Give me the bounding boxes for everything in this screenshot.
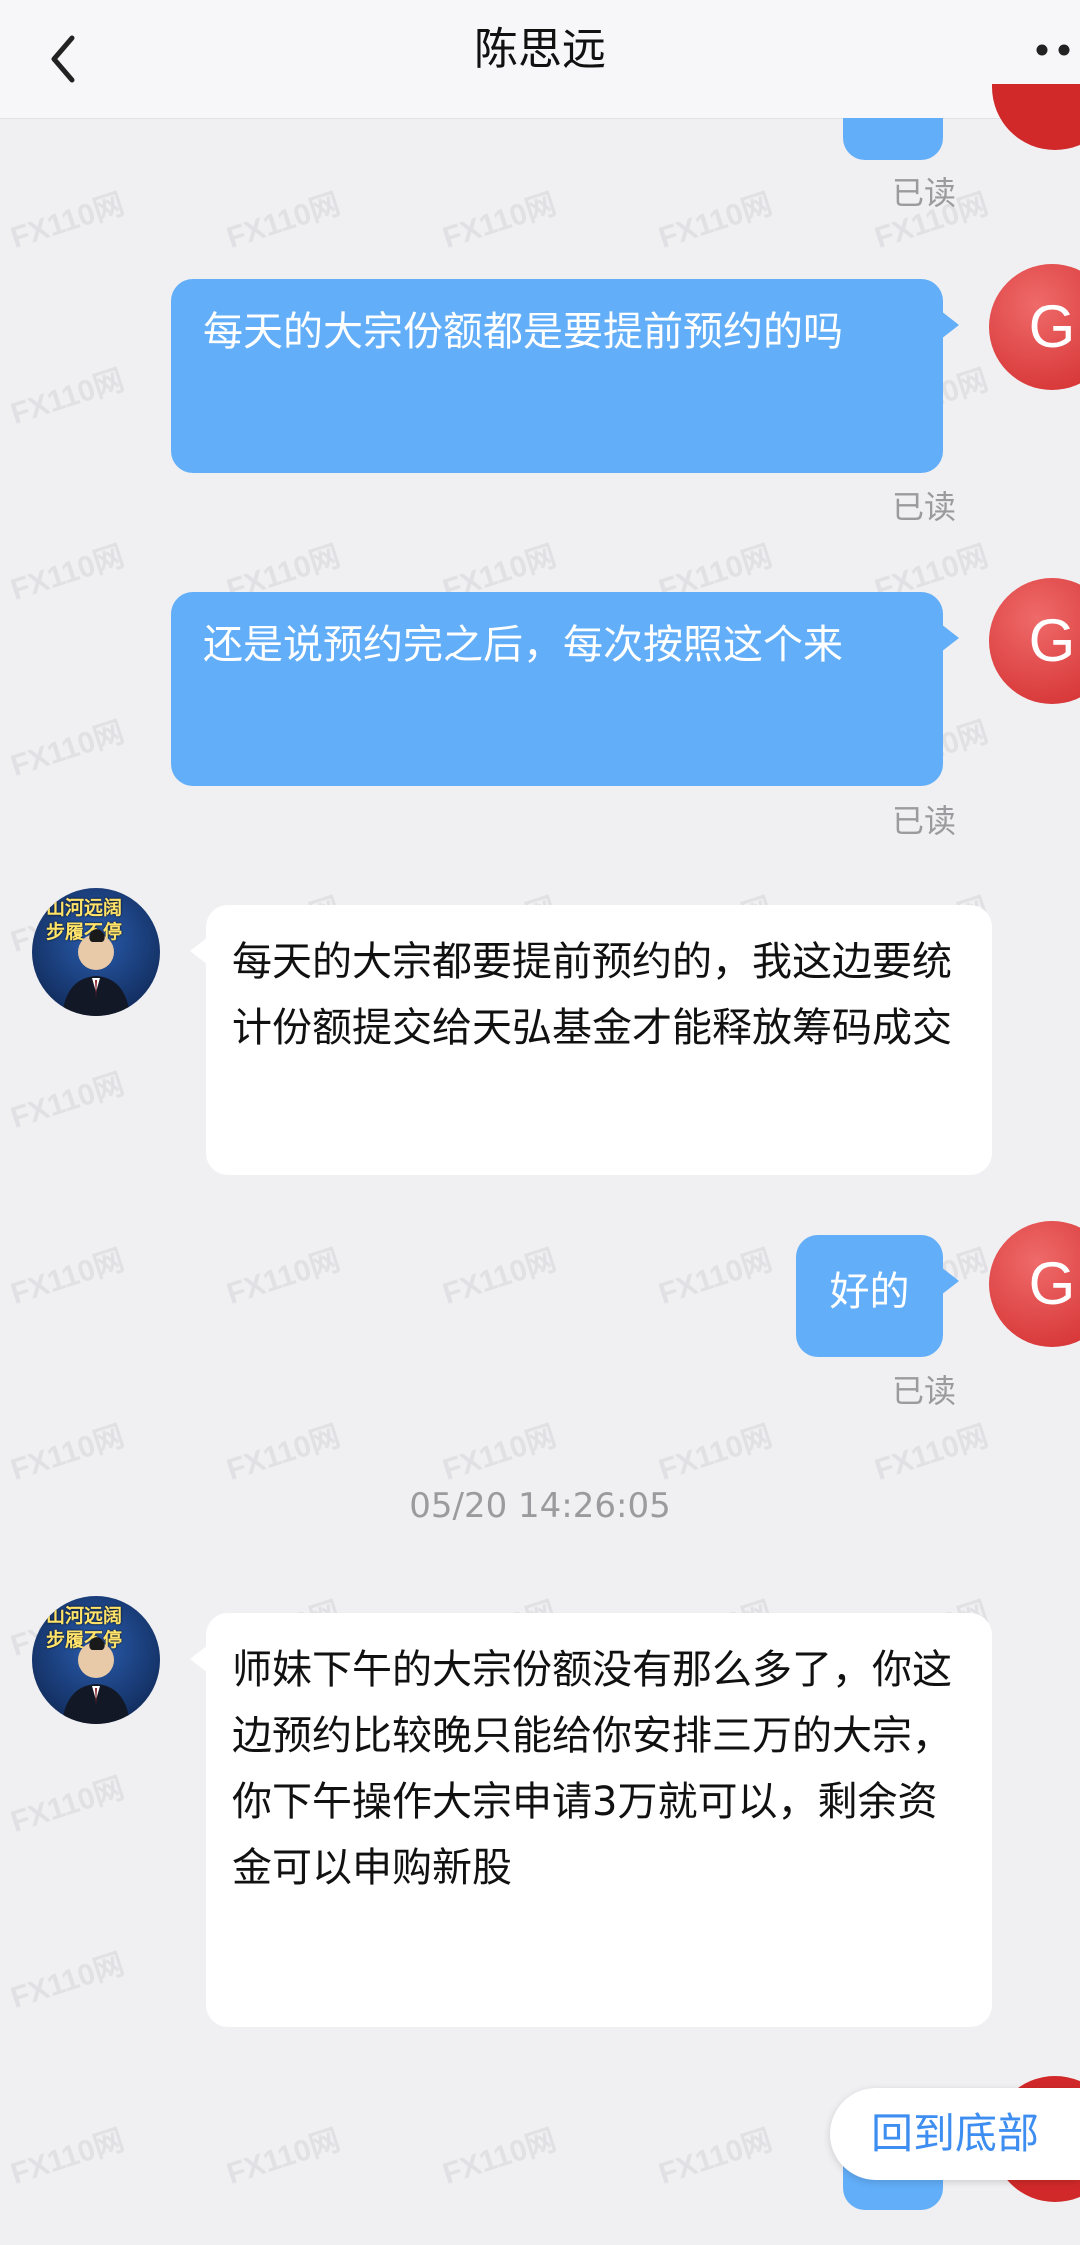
watermark-text: FX110网	[438, 1243, 561, 1312]
watermark-text: FX110网	[438, 1419, 561, 1488]
avatar[interactable]: G	[989, 1221, 1080, 1347]
watermark-text: FX110网	[654, 1243, 777, 1312]
watermark-text: FX110网	[6, 539, 129, 608]
contact-avatar[interactable]: 山河远阔 步履不停	[32, 1596, 160, 1724]
chat-header: 陈思远	[0, 0, 1080, 119]
watermark-text: FX110网	[222, 2123, 345, 2192]
watermark-text: FX110网	[222, 1243, 345, 1312]
message-bubble-outgoing[interactable]: 还是说预约完之后，每次按照这个来	[171, 592, 959, 786]
watermark-text: FX110网	[654, 1419, 777, 1488]
watermark-text: FX110网	[6, 715, 129, 784]
watermark-text: FX110网	[6, 1947, 129, 2016]
watermark-text: FX110网	[654, 2123, 777, 2192]
message-text: 每天的大宗都要提前预约的，我这边要统计份额提交给天弘基金才能释放筹码成交	[232, 939, 952, 1051]
read-status: 已读	[891, 802, 956, 840]
person-icon	[62, 1637, 130, 1724]
watermark-text: FX110网	[222, 1419, 345, 1488]
message-bubble-incoming[interactable]: 师妹下午的大宗份额没有那么多了，你这边预约比较晚只能给你安排三万的大宗，你下午操…	[190, 1613, 992, 2027]
person-icon	[62, 929, 130, 1016]
watermark-text: FX110网	[6, 1243, 129, 1312]
partial-avatar[interactable]	[992, 84, 1080, 150]
read-status: 已读	[891, 1372, 956, 1410]
watermark-text: FX110网	[870, 1419, 993, 1488]
message-bubble-outgoing[interactable]: 好的	[796, 1235, 959, 1357]
watermark-text: FX110网	[222, 187, 345, 256]
contact-avatar[interactable]: 山河远阔 步履不停	[32, 888, 160, 1016]
read-status: 已读	[891, 488, 956, 526]
watermark-text: FX110网	[654, 187, 777, 256]
back-to-bottom-button[interactable]: 回到底部	[830, 2088, 1080, 2180]
more-button[interactable]	[1034, 20, 1080, 80]
watermark-text: FX110网	[6, 1771, 129, 1840]
message-bubble-outgoing[interactable]: 每天的大宗份额都是要提前预约的吗	[171, 279, 959, 473]
watermark-text: FX110网	[6, 187, 129, 256]
message-text: 还是说预约完之后，每次按照这个来	[203, 622, 843, 668]
avatar[interactable]: G	[989, 578, 1080, 704]
watermark-text: FX110网	[6, 1419, 129, 1488]
more-dots-icon	[1036, 44, 1070, 56]
watermark-text: FX110网	[6, 2123, 129, 2192]
watermark-text: FX110网	[438, 187, 561, 256]
message-bubble-incoming[interactable]: 每天的大宗都要提前预约的，我这边要统计份额提交给天弘基金才能释放筹码成交	[190, 905, 992, 1175]
watermark-text: FX110网	[438, 2123, 561, 2192]
watermark-text: FX110网	[6, 363, 129, 432]
message-text: 每天的大宗份额都是要提前预约的吗	[203, 309, 843, 355]
chat-title: 陈思远	[474, 24, 606, 75]
message-timestamp: 05/20 14:26:05	[409, 1486, 671, 1526]
partial-message-bubble[interactable]	[843, 118, 943, 160]
avatar[interactable]: G	[989, 264, 1080, 390]
message-text: 好的	[829, 1269, 910, 1315]
read-status: 已读	[891, 174, 956, 212]
message-text: 师妹下午的大宗份额没有那么多了，你这边预约比较晚只能给你安排三万的大宗，你下午操…	[232, 1647, 952, 1891]
watermark-text: FX110网	[6, 1067, 129, 1136]
